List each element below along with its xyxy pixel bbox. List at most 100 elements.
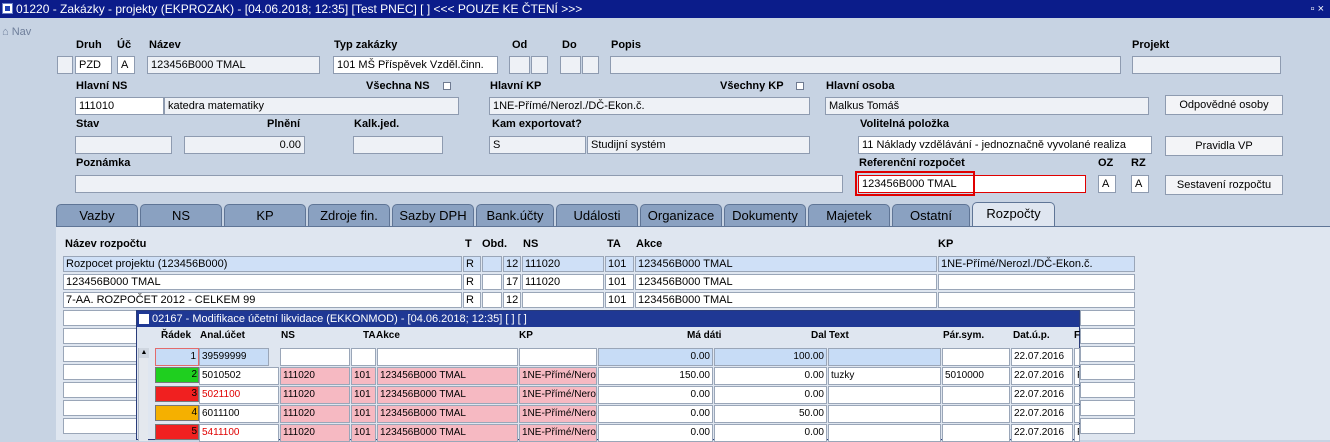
pravidla-vp-button[interactable]: Pravidla VP: [1165, 136, 1283, 156]
do-label: Do: [562, 39, 577, 51]
subwindow-scrollbar[interactable]: ▲: [138, 348, 149, 441]
uc-label: Úč: [117, 39, 132, 51]
row-status-indicator: 4: [155, 405, 199, 421]
cell-text: tuzky: [828, 367, 941, 385]
window-controls-icon[interactable]: ▫ ×: [1311, 0, 1324, 18]
tab-kp[interactable]: KP: [224, 204, 306, 226]
cell-par-sym: [942, 405, 1010, 423]
row-number: 1: [155, 348, 199, 366]
projekt-field[interactable]: [1132, 56, 1281, 74]
od-label: Od: [512, 39, 528, 51]
odpovedne-osoby-button[interactable]: Odpovědné osoby: [1165, 95, 1283, 115]
druh-field[interactable]: PZD: [75, 56, 112, 74]
kalk-jed-field[interactable]: [353, 136, 443, 154]
cell-akce: 123456B000 TMAL: [635, 274, 937, 290]
poznamka-field[interactable]: [75, 175, 843, 193]
cell-par-sym: [942, 348, 1010, 366]
vsechna-ns-checkbox[interactable]: [443, 82, 451, 90]
tab-vazby[interactable]: Vazby: [56, 204, 138, 226]
cell-kp: 1NE-Přímé/Nerozl./DČ-Ekon.č.: [938, 256, 1135, 272]
table-row-empty[interactable]: [63, 328, 138, 344]
cell-ta: 101: [351, 405, 376, 423]
cell-t: R: [463, 256, 481, 272]
cell-dal: 100.00: [714, 348, 827, 366]
cell-text: [828, 405, 941, 423]
cell-ns: 111020: [280, 424, 350, 442]
do-field-1[interactable]: [560, 56, 581, 74]
hlavni-ns-name-field[interactable]: katedra matematiky: [164, 97, 459, 115]
app-icon: [139, 314, 149, 324]
table-row-empty[interactable]: [63, 346, 138, 362]
cell-dat-up: 22.07.2016: [1011, 405, 1073, 423]
sestaveni-rozpoctu-button[interactable]: Sestavení rozpočtu: [1165, 175, 1283, 195]
table-row-empty[interactable]: [1080, 400, 1135, 416]
tab-dokumenty[interactable]: Dokumenty: [724, 204, 806, 226]
tab-organizace[interactable]: Organizace: [640, 204, 722, 226]
tab-ostatni[interactable]: Ostatní: [892, 204, 970, 226]
nazev-field[interactable]: 123456B000 TMAL: [147, 56, 320, 74]
cell-text: [828, 424, 941, 442]
od-field-2[interactable]: [531, 56, 548, 74]
cell-kp: 1NE-Přímé/Nero: [519, 367, 597, 385]
hlavni-ns-label: Hlavní NS: [76, 80, 128, 92]
hlavni-ns-code-field[interactable]: 111010: [75, 97, 164, 115]
table-row-empty[interactable]: [1080, 328, 1135, 344]
tab-rozpocty[interactable]: Rozpočty: [972, 202, 1055, 226]
rz-field[interactable]: A: [1131, 175, 1149, 193]
hlavni-osoba-label: Hlavní osoba: [826, 80, 895, 92]
typ-zakazky-label: Typ zakázky: [334, 39, 398, 51]
scroll-up-icon[interactable]: ▲: [139, 348, 149, 358]
table-row-empty[interactable]: [1080, 418, 1135, 434]
cell-akce: 123456B000 TMAL: [377, 424, 518, 442]
cell-ta: 101: [351, 367, 376, 385]
kam-exportovat-code-field[interactable]: S: [489, 136, 586, 154]
cell-ma-dati: 150.00: [598, 367, 713, 385]
table-row-empty[interactable]: [1080, 310, 1135, 326]
druh-prefix-field[interactable]: [57, 56, 73, 74]
volitelna-polozka-field[interactable]: 11 Náklady vzdělávání - jednoznačně vyvo…: [858, 136, 1152, 154]
tab-bank-ucty[interactable]: Bank.účty: [476, 204, 554, 226]
tab-sazby-dph[interactable]: Sazby DPH: [392, 204, 474, 226]
kam-exportovat-name-field[interactable]: Studijní systém: [587, 136, 810, 154]
table-row-empty[interactable]: [1080, 346, 1135, 362]
tab-udalosti[interactable]: Události: [556, 204, 638, 226]
hlavni-osoba-field[interactable]: Malkus Tomáš: [825, 97, 1149, 115]
table-row-empty[interactable]: [63, 310, 138, 326]
typ-zakazky-field[interactable]: 101 MŠ Příspěvek Vzděl.činn.: [333, 56, 498, 74]
cell-f: [1074, 348, 1080, 366]
cell-kp: 1NE-Přímé/Nero: [519, 405, 597, 423]
nav-button[interactable]: ⌂ Nav: [2, 26, 31, 38]
cell-ns: 111020: [280, 386, 350, 404]
cell-obd: 12: [503, 256, 521, 272]
table-row-empty[interactable]: [63, 382, 138, 398]
oz-field[interactable]: A: [1098, 175, 1116, 193]
popis-field[interactable]: [610, 56, 1121, 74]
cell-kp: [938, 274, 1135, 290]
poznamka-label: Poznámka: [76, 157, 131, 169]
table-row-empty[interactable]: [63, 418, 138, 434]
tab-ns[interactable]: NS: [140, 204, 222, 226]
table-row-empty[interactable]: [1080, 382, 1135, 398]
uc-field[interactable]: A: [117, 56, 135, 74]
tab-majetek[interactable]: Majetek: [808, 204, 890, 226]
vsechna-ns-label: Všechna NS: [366, 80, 430, 92]
table-row-empty[interactable]: [1080, 364, 1135, 380]
cell-ma-dati: 0.00: [598, 405, 713, 423]
vsechny-kp-checkbox[interactable]: [796, 82, 804, 90]
cell-f: [1074, 405, 1080, 423]
nazev-label: Název: [149, 39, 181, 51]
table-row-empty[interactable]: [63, 400, 138, 416]
hlavni-kp-field[interactable]: 1NE-Přímé/Nerozl./DČ-Ekon.č.: [489, 97, 810, 115]
od-field-1[interactable]: [509, 56, 530, 74]
col-kp: KP: [938, 238, 954, 250]
cell-ta: [351, 348, 376, 366]
do-field-2[interactable]: [582, 56, 599, 74]
plneni-field[interactable]: 0.00: [184, 136, 305, 154]
tab-zdroje-fin[interactable]: Zdroje fin.: [308, 204, 390, 226]
cell-akce: 123456B000 TMAL: [377, 367, 518, 385]
table-row-empty[interactable]: [63, 364, 138, 380]
cell-obd-flag: [482, 292, 502, 308]
volitelna-polozka-label: Volitelná položka: [860, 118, 950, 130]
col-akce: Akce: [636, 238, 663, 250]
stav-field[interactable]: [75, 136, 172, 154]
